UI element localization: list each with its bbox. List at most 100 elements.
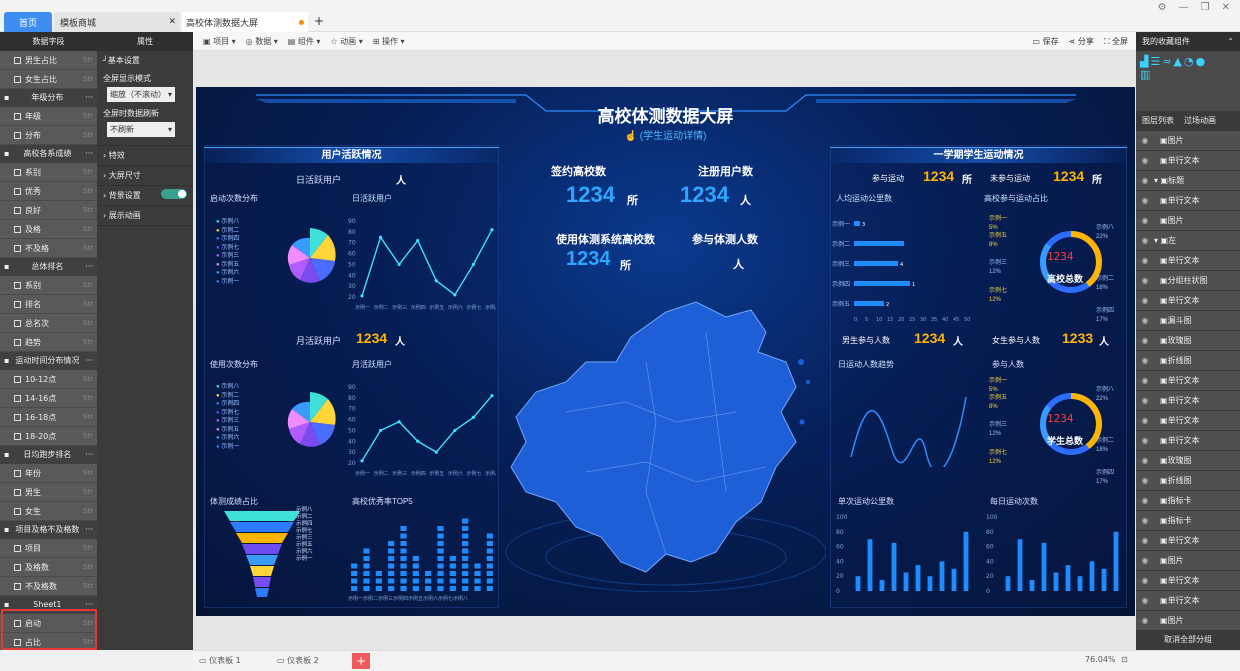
- field-item[interactable]: 16-18点 Str: [0, 408, 97, 427]
- eye-icon[interactable]: ◉: [1136, 151, 1154, 171]
- animation-section[interactable]: › 展示动画: [97, 206, 193, 226]
- layer-item[interactable]: ◉ ▣ 单行文本: [1136, 591, 1240, 611]
- dashboard-canvas[interactable]: 高校体测数据大屏 ☝ (学生运动详情) 用户活跃情况 日活跃用户 人 启动次数分…: [196, 87, 1135, 616]
- fullscreen-mode-select[interactable]: 缩放（不滚动）: [107, 87, 175, 102]
- collapse-icon[interactable]: ⌃: [1227, 32, 1234, 51]
- field-item[interactable]: 年级 Str: [0, 107, 97, 126]
- dashboard-tab-1[interactable]: ▭ 仪表板 1: [199, 655, 241, 666]
- field-group[interactable]: ▪ 总体排名 ···: [0, 258, 97, 276]
- field-item[interactable]: 趋势 Str: [0, 333, 97, 352]
- animation-menu[interactable]: ☆ 动画 ▾: [330, 36, 362, 47]
- field-group[interactable]: ▪ 高校各系成绩 ···: [0, 145, 97, 163]
- operate-menu[interactable]: ⊞ 操作 ▾: [373, 36, 405, 47]
- field-item[interactable]: 及格 Str: [0, 220, 97, 239]
- minimize-icon[interactable]: —: [1179, 2, 1189, 13]
- close-window-icon[interactable]: ✕: [1222, 2, 1230, 13]
- layer-item[interactable]: ◉ ▣ 图片: [1136, 551, 1240, 571]
- background-section[interactable]: › 背景设置: [97, 186, 193, 206]
- layer-item[interactable]: ◉ ▣ 单行文本: [1136, 291, 1240, 311]
- eye-icon[interactable]: ◉: [1136, 271, 1154, 291]
- field-item[interactable]: 分布 Str: [0, 126, 97, 145]
- background-toggle[interactable]: [161, 189, 187, 199]
- restore-icon[interactable]: ❐: [1201, 2, 1210, 13]
- eye-icon[interactable]: ◉: [1136, 291, 1154, 311]
- layer-item[interactable]: ◉ ▣ 折线图: [1136, 471, 1240, 491]
- field-item[interactable]: 排名 Str: [0, 295, 97, 314]
- eye-icon[interactable]: ◉: [1136, 571, 1154, 591]
- field-item[interactable]: 不及格数 Str: [0, 577, 97, 596]
- field-item[interactable]: 年份 Str: [0, 464, 97, 483]
- project-menu[interactable]: ▣ 项目 ▾: [203, 36, 236, 47]
- tab-template-store[interactable]: 模板商城 ✕: [54, 12, 180, 32]
- layer-item[interactable]: ◉ ▣ 玫瑰图: [1136, 451, 1240, 471]
- field-group[interactable]: ▪ 日均跑步排名 ···: [0, 446, 97, 464]
- favorites-header[interactable]: 我的收藏组件 ⌃: [1136, 32, 1240, 51]
- eye-icon[interactable]: ◉: [1136, 311, 1154, 331]
- layer-item[interactable]: ◉ ▾ ▣ 标题: [1136, 171, 1240, 191]
- favorite-component-icons[interactable]: ▟☰≈▲◔● ▥: [1136, 51, 1240, 111]
- zoom-level[interactable]: 76.04%: [1085, 655, 1116, 664]
- eye-icon[interactable]: ◉: [1136, 431, 1154, 451]
- layer-item[interactable]: ◉ ▣ 图片: [1136, 211, 1240, 231]
- layer-item[interactable]: ◉ ▣ 折线图: [1136, 351, 1240, 371]
- field-item[interactable]: 14-16点 Str: [0, 389, 97, 408]
- more-icon[interactable]: ···: [85, 258, 93, 276]
- tab-home[interactable]: 首页: [4, 12, 52, 32]
- layer-item[interactable]: ◉ ▣ 单行文本: [1136, 531, 1240, 551]
- layer-item[interactable]: ◉ ▣ 漏斗图: [1136, 311, 1240, 331]
- field-item[interactable]: 18-20点 Str: [0, 427, 97, 446]
- eye-icon[interactable]: ◉: [1136, 131, 1154, 151]
- basic-settings-label[interactable]: ┘基本设置: [103, 55, 187, 66]
- field-group[interactable]: ▪ 年级分布 ···: [0, 89, 97, 107]
- eye-icon[interactable]: ◉: [1136, 471, 1154, 491]
- field-item[interactable]: 女生占比 Str: [0, 70, 97, 89]
- more-icon[interactable]: ···: [85, 446, 93, 464]
- field-item[interactable]: 男生 Str: [0, 483, 97, 502]
- data-menu[interactable]: ◎ 数据 ▾: [246, 36, 278, 47]
- field-item[interactable]: 总名次 Str: [0, 314, 97, 333]
- more-icon[interactable]: ···: [85, 352, 93, 370]
- layer-item[interactable]: ◉ ▣ 单行文本: [1136, 371, 1240, 391]
- field-item[interactable]: 及格数 Str: [0, 558, 97, 577]
- more-icon[interactable]: ···: [85, 145, 93, 163]
- cancel-group-button[interactable]: 取消全部分组: [1136, 630, 1240, 650]
- eye-icon[interactable]: ◉: [1136, 511, 1154, 531]
- more-icon[interactable]: ···: [85, 521, 93, 539]
- field-item[interactable]: 10-12点 Str: [0, 370, 97, 389]
- eye-icon[interactable]: ◉: [1136, 491, 1154, 511]
- layer-item[interactable]: ◉ ▣ 单行文本: [1136, 391, 1240, 411]
- field-item[interactable]: 优秀 Str: [0, 182, 97, 201]
- tab-transition[interactable]: 过场动画: [1184, 111, 1216, 131]
- layer-item[interactable]: ◉ ▣ 单行文本: [1136, 571, 1240, 591]
- eye-icon[interactable]: ◉: [1136, 371, 1154, 391]
- eye-icon[interactable]: ◉: [1136, 171, 1154, 191]
- layer-item[interactable]: ◉ ▣ 指标卡: [1136, 491, 1240, 511]
- field-item[interactable]: 系别 Str: [0, 163, 97, 182]
- add-dashboard-button[interactable]: +: [352, 653, 370, 669]
- add-tab-button[interactable]: +: [314, 14, 324, 28]
- field-item[interactable]: 男生占比 Str: [0, 51, 97, 70]
- field-item[interactable]: 项目 Str: [0, 539, 97, 558]
- field-item[interactable]: 不及格 Str: [0, 239, 97, 258]
- eye-icon[interactable]: ◉: [1136, 391, 1154, 411]
- layer-item[interactable]: ◉ ▣ 图片: [1136, 131, 1240, 151]
- component-menu[interactable]: ▤ 组件 ▾: [288, 36, 321, 47]
- save-button[interactable]: ▭ 保存: [1032, 36, 1058, 47]
- field-group[interactable]: ▪ 项目及格不及格数 ···: [0, 521, 97, 539]
- screen-size-section[interactable]: › 大屏尺寸: [97, 166, 193, 186]
- refresh-select[interactable]: 不刷新: [107, 122, 175, 137]
- close-icon[interactable]: ✕: [168, 17, 176, 27]
- layer-item[interactable]: ◉ ▣ 单行文本: [1136, 411, 1240, 431]
- eye-icon[interactable]: ◉: [1136, 231, 1154, 251]
- fit-screen-icon[interactable]: ⊡: [1121, 655, 1128, 664]
- settings-icon[interactable]: ⚙: [1158, 2, 1167, 13]
- layer-item[interactable]: ◉ ▣ 指标卡: [1136, 511, 1240, 531]
- field-item[interactable]: 良好 Str: [0, 201, 97, 220]
- field-item[interactable]: 系别 Str: [0, 276, 97, 295]
- more-icon[interactable]: ···: [85, 89, 93, 107]
- layer-item[interactable]: ◉ ▣ 单行文本: [1136, 191, 1240, 211]
- eye-icon[interactable]: ◉: [1136, 551, 1154, 571]
- eye-icon[interactable]: ◉: [1136, 211, 1154, 231]
- eye-icon[interactable]: ◉: [1136, 611, 1154, 631]
- field-item[interactable]: 女生 Str: [0, 502, 97, 521]
